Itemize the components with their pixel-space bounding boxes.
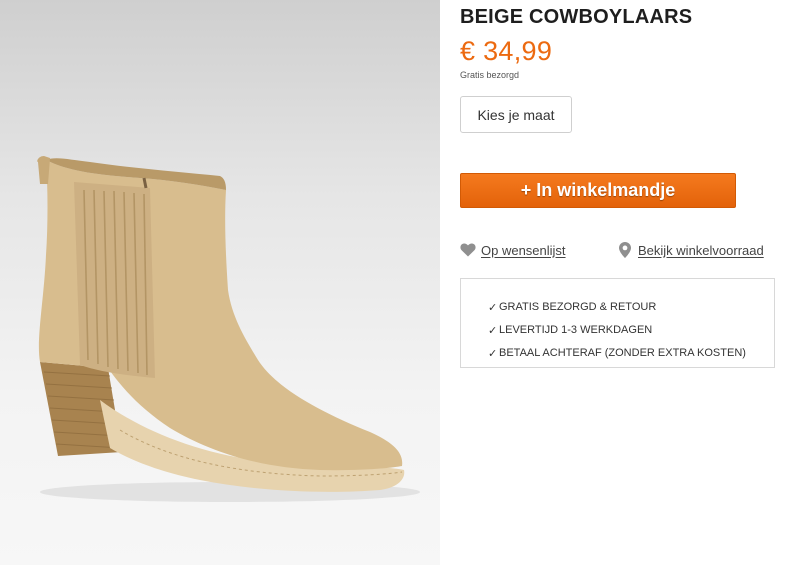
product-image[interactable] [0, 0, 440, 565]
store-stock-label: Bekijk winkelvoorraad [638, 242, 764, 258]
usp-list: ✓ GRATIS BEZORGD & RETOUR ✓ LEVERTIJD 1-… [488, 301, 746, 370]
check-icon: ✓ [488, 348, 498, 360]
boot-illustration [37, 156, 420, 502]
product-title: BEIGE COWBOYLAARS [460, 6, 693, 28]
usp-item: ✓ GRATIS BEZORGD & RETOUR [488, 301, 746, 324]
add-to-cart-button[interactable]: + In winkelmandje [460, 173, 736, 208]
secondary-actions: Op wensenlijst Bekijk winkelvoorraad [460, 242, 780, 262]
usp-item: ✓ BETAAL ACHTERAF (ZONDER EXTRA KOSTEN) [488, 347, 746, 370]
check-icon: ✓ [488, 302, 498, 314]
usp-item: ✓ LEVERTIJD 1-3 WERKDAGEN [488, 324, 746, 347]
heart-icon [460, 242, 476, 258]
product-price: € 34,99 [460, 36, 553, 66]
usp-text: LEVERTIJD 1-3 WERKDAGEN [499, 324, 653, 336]
store-stock-link[interactable]: Bekijk winkelvoorraad [617, 242, 764, 258]
shipping-note: Gratis bezorgd [460, 70, 520, 80]
usp-text: BETAAL ACHTERAF (ZONDER EXTRA KOSTEN) [499, 347, 746, 359]
usp-box: ✓ GRATIS BEZORGD & RETOUR ✓ LEVERTIJD 1-… [460, 278, 775, 368]
size-select-button[interactable]: Kies je maat [460, 96, 572, 133]
wishlist-link[interactable]: Op wensenlijst [460, 242, 566, 258]
usp-text: GRATIS BEZORGD & RETOUR [499, 301, 657, 313]
wishlist-label: Op wensenlijst [481, 242, 566, 258]
map-pin-icon [617, 242, 633, 258]
check-icon: ✓ [488, 325, 498, 337]
